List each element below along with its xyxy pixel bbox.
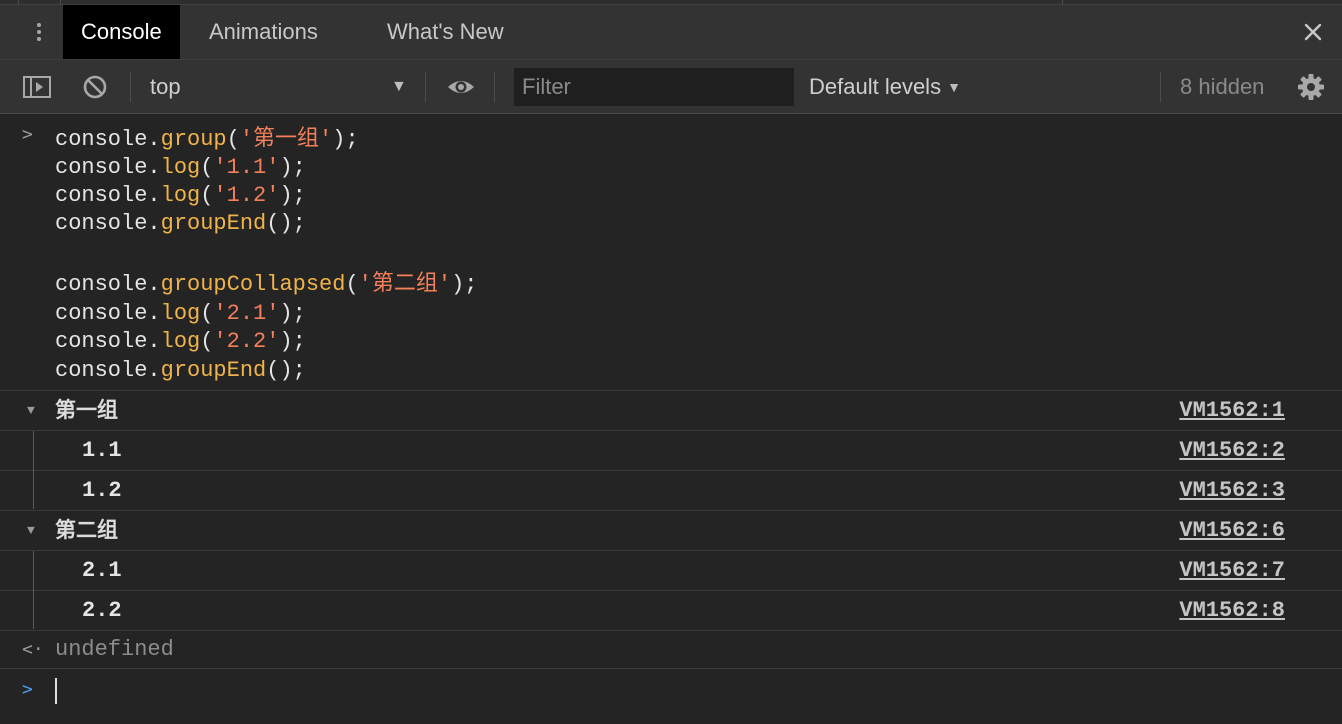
- group-title: 第二组: [55, 518, 118, 542]
- code-paren: (: [200, 155, 214, 180]
- code-line: console.log('2.1');: [55, 300, 306, 328]
- source-link[interactable]: VM1562:1: [1179, 391, 1285, 430]
- code-terminator: );: [279, 211, 306, 236]
- code-function: log: [160, 301, 201, 326]
- code-function: groupEnd: [160, 358, 267, 383]
- tab-whats-new[interactable]: What's New: [387, 5, 504, 59]
- console-messages[interactable]: > console.group('第一组'); console.log('1.1'…: [0, 114, 1342, 724]
- code-object: console.: [55, 183, 161, 208]
- code-line: console.log('2.2');: [55, 328, 306, 356]
- code-terminator: );: [279, 329, 306, 354]
- code-string: '2.2': [213, 329, 280, 354]
- code-line: console.log('1.1');: [55, 154, 306, 182]
- sidebar-toggle-icon[interactable]: [22, 72, 52, 102]
- hidden-messages-count[interactable]: 8 hidden: [1180, 60, 1264, 114]
- code-paren: (: [200, 301, 214, 326]
- log-entry: 2.2 VM1562:8: [0, 591, 1342, 631]
- code-function: log: [160, 155, 201, 180]
- code-function: log: [160, 329, 201, 354]
- input-echo: > console.group('第一组'); console.log('1.1'…: [0, 114, 1342, 391]
- code-object: console.: [55, 329, 161, 354]
- code-terminator: );: [279, 183, 306, 208]
- console-prompt[interactable]: >: [0, 670, 1342, 710]
- code-object: console.: [55, 155, 161, 180]
- group-toggle-icon[interactable]: ▼: [27, 511, 35, 550]
- log-entry: 1.2 VM1562:3: [0, 471, 1342, 511]
- code-line: console.groupEnd();: [55, 210, 306, 238]
- result-value: undefined: [55, 637, 174, 662]
- source-link[interactable]: VM1562:8: [1179, 591, 1285, 630]
- eye-icon[interactable]: [446, 72, 476, 102]
- log-levels-dropdown[interactable]: Default levels ▼: [809, 60, 961, 116]
- input-prompt-icon: >: [22, 124, 33, 145]
- code-line: console.groupCollapsed('第二组');: [55, 271, 477, 299]
- toolbar-divider: [130, 72, 131, 102]
- code-line: console.log('1.2');: [55, 182, 306, 210]
- log-value: 1.1: [82, 438, 122, 463]
- code-paren: (: [266, 211, 280, 236]
- code-string: '2.1': [213, 301, 280, 326]
- chevron-down-icon[interactable]: ▼: [391, 60, 407, 114]
- toolbar-divider: [1160, 72, 1161, 102]
- log-entry: 1.1 VM1562:2: [0, 431, 1342, 471]
- group-indent-guide: [33, 551, 34, 629]
- code-function: log: [160, 183, 201, 208]
- clear-console-icon[interactable]: [80, 72, 110, 102]
- group-title: 第一组: [55, 398, 118, 422]
- code-terminator: );: [451, 272, 478, 297]
- code-string: '1.1': [213, 155, 280, 180]
- console-toolbar: top ▼ Default levels ▼ 8 hidden: [0, 60, 1342, 114]
- log-value: 1.2: [82, 478, 122, 503]
- code-line: console.groupEnd();: [55, 357, 306, 385]
- source-link[interactable]: VM1562:3: [1179, 471, 1285, 510]
- code-function: groupEnd: [160, 211, 267, 236]
- drawer-tab-bar: Console Animations What's New: [0, 5, 1342, 60]
- log-value: 2.1: [82, 558, 122, 583]
- kebab-menu-icon[interactable]: [24, 17, 54, 47]
- code-terminator: );: [279, 301, 306, 326]
- code-paren: (: [200, 183, 214, 208]
- code-object: console.: [55, 272, 161, 297]
- group-toggle-icon[interactable]: ▼: [27, 391, 35, 430]
- toolbar-divider: [425, 72, 426, 102]
- result-row: <· undefined: [0, 631, 1342, 669]
- source-link[interactable]: VM1562:7: [1179, 551, 1285, 590]
- code-terminator: );: [279, 358, 306, 383]
- prompt-chevron-icon: >: [22, 679, 33, 700]
- close-icon[interactable]: [1298, 17, 1328, 47]
- source-link[interactable]: VM1562:2: [1179, 431, 1285, 470]
- code-paren: (: [200, 329, 214, 354]
- code-object: console.: [55, 127, 161, 152]
- code-paren: (: [266, 358, 280, 383]
- code-terminator: );: [279, 155, 306, 180]
- toolbar-divider: [494, 72, 495, 102]
- code-line: console.group('第一组');: [55, 126, 359, 154]
- source-link[interactable]: VM1562:6: [1179, 511, 1285, 550]
- result-arrow-icon: <·: [22, 639, 44, 660]
- code-string: '第二组': [358, 272, 452, 297]
- tab-console[interactable]: Console: [63, 5, 180, 59]
- group-header[interactable]: ▼ 第一组 VM1562:1: [0, 391, 1342, 431]
- code-paren: (: [226, 127, 240, 152]
- code-function: groupCollapsed: [160, 272, 346, 297]
- group-indent-guide: [33, 431, 34, 509]
- code-object: console.: [55, 211, 161, 236]
- context-selector[interactable]: top: [150, 60, 181, 114]
- log-value: 2.2: [82, 598, 122, 623]
- text-cursor: [55, 678, 57, 704]
- code-terminator: );: [332, 127, 359, 152]
- code-paren: (: [345, 272, 359, 297]
- gear-icon[interactable]: [1296, 72, 1326, 102]
- caret-down-icon: ▼: [947, 79, 961, 95]
- group-header[interactable]: ▼ 第二组 VM1562:6: [0, 511, 1342, 551]
- code-object: console.: [55, 301, 161, 326]
- filter-input[interactable]: [514, 68, 794, 106]
- code-function: group: [160, 127, 227, 152]
- code-object: console.: [55, 358, 161, 383]
- log-levels-label: Default levels: [809, 74, 942, 99]
- tab-animations[interactable]: Animations: [209, 5, 318, 59]
- code-string: '1.2': [213, 183, 280, 208]
- code-string: '第一组': [239, 127, 333, 152]
- log-entry: 2.1 VM1562:7: [0, 551, 1342, 591]
